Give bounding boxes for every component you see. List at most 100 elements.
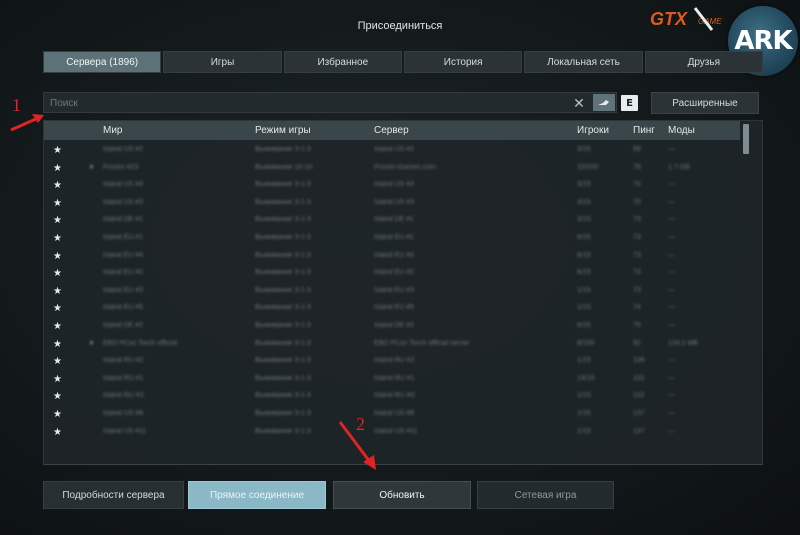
column-mods[interactable]: Моды [668, 125, 695, 136]
table-row[interactable]: Island EU #1 Выживание 3-1-3 Island EU #1 6… [44, 230, 740, 248]
table-row[interactable]: Island RU #2 Выживание 3-1-3 Island RU #2 1… [44, 353, 740, 371]
refresh-button[interactable]: Обновить [333, 481, 471, 509]
table-row[interactable]: ▲ Frozen #23 Выживание 10-10 Frozen-Games.c… [44, 160, 740, 178]
column-ping[interactable]: Пинг [633, 125, 655, 136]
table-row[interactable]: Island DE #2 Выживание 3-1-3 Island DE #2 6… [44, 318, 740, 336]
cell-game-mode: Выживание 3-1-3 [255, 374, 311, 382]
tab-games[interactable]: Игры [163, 51, 282, 73]
cell-players: 1/15 [577, 286, 591, 294]
favorite-star-icon[interactable]: ★ [44, 300, 64, 318]
table-row[interactable]: Island EU #2 Выживание 3-1-3 Island EU #2 6… [44, 265, 740, 283]
annotation-arrow-1 [10, 114, 44, 132]
table-row[interactable]: Island EU #4 Выживание 3-1-3 Island EU #4 6… [44, 248, 740, 266]
favorite-star-icon[interactable]: ★ [44, 336, 64, 354]
table-row[interactable]: Island US #8 Выживание 3-1-3 Island US #8 1… [44, 406, 740, 424]
direct-connect-button[interactable]: Прямое соединение [188, 481, 326, 509]
lan-game-button[interactable]: Сетевая игра [477, 481, 614, 509]
cell-players: 6/15 [577, 251, 591, 259]
column-server[interactable]: Сервер [374, 125, 409, 136]
cell-server: Island EU #3 [374, 286, 415, 294]
favorite-stars: ★ ★ ★ ★ ★ ★ ★ ★ ★ ★ ★ ★ ★ ★ ★ ★ ★ [44, 142, 64, 441]
cell-players: 6/15 [577, 269, 591, 277]
favorite-star-icon[interactable]: ★ [44, 212, 64, 230]
tab-label: Сервера (1896) [66, 56, 139, 68]
column-game-mode[interactable]: Режим игры [255, 125, 311, 136]
table-row[interactable]: Island EU #3 Выживание 3-1-3 Island EU #3 1… [44, 283, 740, 301]
tab-history[interactable]: История [403, 51, 523, 73]
table-row[interactable]: Island DE #1 Выживание 3-1-3 Island DE #1 3… [44, 212, 740, 230]
cell-ping: 73 [633, 286, 641, 294]
favorite-star-icon[interactable]: ★ [44, 248, 64, 266]
cell-ping: 110 [633, 374, 645, 382]
tab-servers[interactable]: Сервера (1896) [43, 51, 162, 73]
cell-mods: — [668, 427, 675, 435]
cell-world: Island EU #5 [103, 304, 144, 312]
favorite-star-icon[interactable]: ★ [44, 406, 64, 424]
table-row[interactable]: Island EU #5 Выживание 3-1-3 Island EU #5 1… [44, 300, 740, 318]
steam-glyph [598, 99, 609, 105]
favorite-star-icon[interactable]: ★ [44, 195, 64, 213]
divider [43, 464, 763, 465]
table-row[interactable]: ▲ EBD PCoz Torch official Выживание 3-1-3 E… [44, 336, 740, 354]
search-bar: ✕ E [43, 92, 638, 113]
table-row[interactable]: Island RU #1 Выживание 3-1-3 Island RU #1 1… [44, 371, 740, 389]
cell-server: Island US #3 [374, 198, 415, 206]
favorite-star-icon[interactable]: ★ [44, 230, 64, 248]
cell-game-mode: Выживание 10-10 [255, 163, 313, 171]
favorite-star-icon[interactable]: ★ [44, 160, 64, 178]
favorite-star-icon[interactable]: ★ [44, 283, 64, 301]
cell-world: Island RU #1 [103, 374, 144, 382]
cell-world: Island EU #1 [103, 233, 144, 241]
favorite-star-icon[interactable]: ★ [44, 177, 64, 195]
tab-bar: Сервера (1896) Игры Избранное История Ло… [43, 51, 763, 73]
favorite-star-icon[interactable]: ★ [44, 142, 64, 160]
favorite-star-icon[interactable]: ★ [44, 318, 64, 336]
cell-game-mode: Выживание 3-1-3 [255, 392, 311, 400]
cell-world: Island EU #3 [103, 286, 144, 294]
steam-icon[interactable] [593, 94, 615, 111]
favorite-star-icon[interactable]: ★ [44, 265, 64, 283]
tab-favorites[interactable]: Избранное [283, 51, 402, 73]
cell-game-mode: Выживание 3-1-3 [255, 304, 311, 312]
cell-game-mode: Выживание 3-1-3 [255, 251, 311, 259]
table-row[interactable]: Island US #3 Выживание 3-1-3 Island US #3 3… [44, 195, 740, 213]
cell-game-mode: Выживание 3-1-3 [255, 233, 311, 241]
favorite-star-icon[interactable]: ★ [44, 388, 64, 406]
cell-world: Island US #3 [103, 181, 144, 189]
cell-server: EBD PCoz Torch official server [374, 339, 470, 347]
cell-players: 6/15 [577, 233, 591, 241]
cell-ping: 69 [633, 146, 641, 153]
gtx-logo: GTX GAME [650, 7, 722, 31]
cell-players: 14/15 [577, 374, 595, 382]
table-row[interactable]: Island US #11 Выживание 3-1-3 Island US #1… [44, 424, 740, 442]
epic-icon[interactable]: E [621, 95, 638, 111]
cell-players: 3/15 [577, 216, 591, 224]
cell-ping: 73 [633, 269, 641, 277]
cell-ping: 73 [633, 251, 641, 259]
cell-server: Island US #11 [374, 427, 418, 435]
cell-ping: 106 [633, 357, 645, 365]
favorite-star-icon[interactable]: ★ [44, 424, 64, 442]
scrollbar[interactable] [743, 124, 749, 154]
tab-friends[interactable]: Друзья [644, 51, 763, 73]
server-details-button[interactable]: Подробности сервера [43, 481, 184, 509]
cell-players: 3/15 [577, 198, 591, 206]
cell-world: Island RU #3 [103, 392, 144, 400]
annotation-arrow-2 [338, 421, 376, 470]
table-row[interactable]: Island RU #3 Выживание 3-1-3 Island RU #3 1… [44, 388, 740, 406]
table-row[interactable]: Island US #3 Выживание 3-1-3 Island US #3 3… [44, 177, 740, 195]
close-icon[interactable]: ✕ [571, 95, 587, 111]
cell-mods: — [668, 321, 675, 329]
tab-lan[interactable]: Локальная сеть [524, 51, 643, 73]
favorite-star-icon[interactable]: ★ [44, 371, 64, 389]
advanced-button[interactable]: Расширенные [651, 92, 759, 114]
cell-mods: — [668, 392, 675, 400]
tab-label: Игры [210, 56, 235, 68]
search-input[interactable] [44, 94, 564, 113]
table-row[interactable]: Island US #2 Выживание 3-1-3 Island US #2 3… [44, 142, 740, 160]
column-players[interactable]: Игроки [577, 125, 609, 136]
column-world[interactable]: Мир [103, 125, 122, 136]
favorite-star-icon[interactable]: ★ [44, 353, 64, 371]
cell-game-mode: Выживание 3-1-3 [255, 321, 311, 329]
cell-ping: 73 [633, 233, 641, 241]
